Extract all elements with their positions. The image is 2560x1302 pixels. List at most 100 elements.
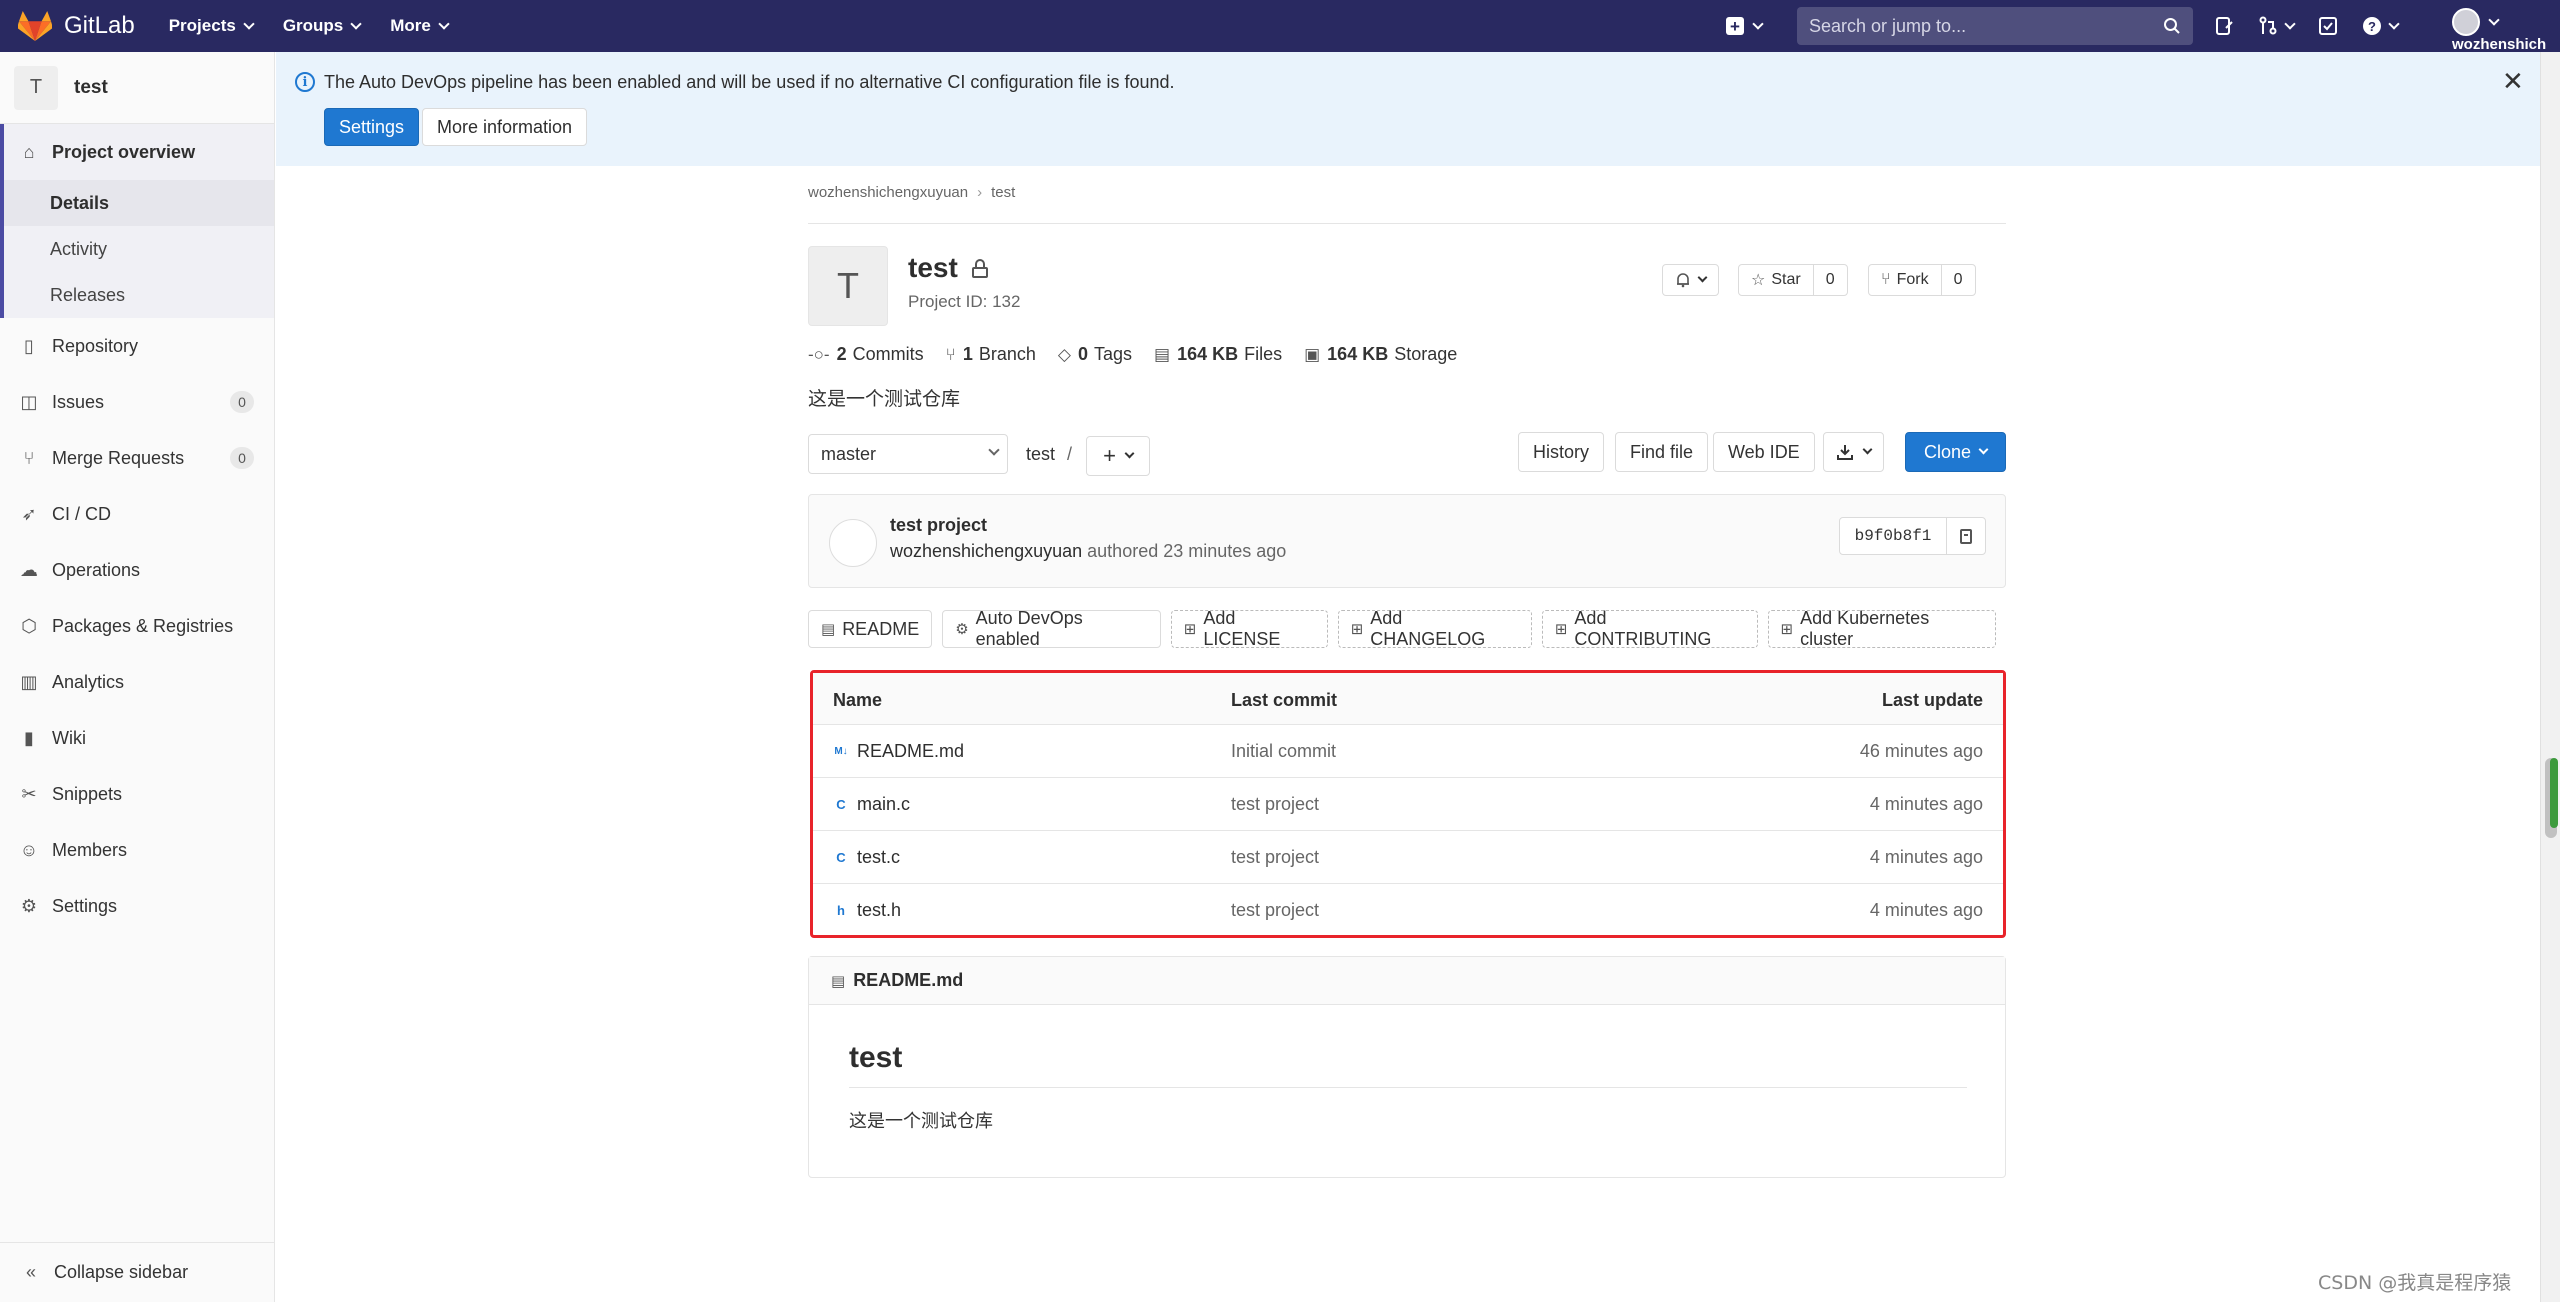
web-ide-button[interactable]: Web IDE: [1713, 432, 1815, 472]
table-row[interactable]: Cmain.c test project 4 minutes ago: [813, 778, 2003, 831]
banner-more-info-button[interactable]: More information: [422, 108, 588, 146]
commit-author-link[interactable]: wozhenshichengxuyuan: [890, 541, 1082, 561]
sidebar-item-settings[interactable]: ⚙ Settings: [0, 878, 274, 934]
banner-settings-button[interactable]: Settings: [324, 108, 420, 146]
add-changelog-button[interactable]: ⊞ Add CHANGELOG: [1337, 608, 1532, 649]
sidebar-item-project-overview[interactable]: ⌂ Project overview: [4, 124, 274, 180]
search-input[interactable]: [1809, 15, 2163, 37]
markdown-file-icon: M↓: [834, 746, 848, 757]
file-name-link[interactable]: test.c: [857, 847, 900, 868]
sidebar-item-wiki[interactable]: ▮ Wiki: [0, 710, 274, 766]
double-chevron-left-icon: «: [25, 1262, 36, 1282]
star-count[interactable]: 0: [1812, 265, 1847, 295]
todo-icon: [2216, 17, 2233, 35]
file-commit-link[interactable]: Initial commit: [1231, 741, 1336, 762]
table-row[interactable]: h test.h test project 4 minutes ago: [813, 884, 2003, 937]
copy-icon: [1960, 528, 1972, 544]
clone-dropdown[interactable]: Clone: [1905, 432, 2006, 472]
stat-tags[interactable]: ◇ 0 Tags: [1058, 344, 1132, 365]
merge-request-icon: ⑂: [23, 447, 35, 468]
page-scrollbar[interactable]: [2540, 52, 2560, 1302]
last-commit-panel: test project wozhenshichengxuyuan author…: [808, 494, 2006, 588]
download-dropdown[interactable]: [1823, 432, 1884, 472]
commit-author-avatar[interactable]: [829, 519, 877, 567]
nav-groups-menu[interactable]: Groups: [283, 16, 362, 36]
chevron-down-icon: [2284, 17, 2296, 30]
table-row[interactable]: Ctest.c test project 4 minutes ago: [813, 831, 2003, 884]
file-name-link[interactable]: README.md: [857, 741, 964, 762]
sidebar-item-members[interactable]: ☺ Members: [0, 822, 274, 878]
divider: [808, 223, 2006, 224]
copy-sha-button[interactable]: [1946, 517, 1986, 555]
help-dropdown[interactable]: ?: [2362, 16, 2400, 36]
readme-button[interactable]: ▤ README: [808, 610, 933, 648]
sidebar-item-packages[interactable]: ⬡ Packages & Registries: [0, 598, 274, 654]
table-row[interactable]: M↓ README.md Initial commit 46 minutes ag…: [813, 725, 2003, 778]
stat-commits[interactable]: -○- 2 Commits: [808, 344, 924, 365]
stat-files[interactable]: ▤ 164 KB Files: [1154, 344, 1282, 365]
svg-text:?: ?: [2368, 19, 2376, 34]
file-commit-link[interactable]: test project: [1231, 900, 1319, 921]
c-file-icon: C: [836, 797, 846, 812]
sidebar-item-issues[interactable]: ◫ Issues 0: [0, 374, 274, 430]
sidebar-item-analytics[interactable]: ▥ Analytics: [0, 654, 274, 710]
file-commit-link[interactable]: test project: [1231, 794, 1319, 815]
nav-more-menu[interactable]: More: [390, 16, 450, 36]
sidebar-item-repository[interactable]: ▯ Repository: [0, 318, 274, 374]
add-to-tree-dropdown[interactable]: +: [1086, 436, 1150, 476]
sidebar-item-activity[interactable]: Activity: [4, 226, 274, 272]
commit-icon: -○-: [808, 344, 830, 364]
star-button[interactable]: ☆ Star 0: [1738, 264, 1848, 296]
stat-branch[interactable]: ⑂ 1 Branch: [946, 344, 1036, 365]
sidebar-item-operations[interactable]: ☁ Operations: [0, 542, 274, 598]
branch-icon: ⑂: [945, 344, 956, 364]
brand-name: GitLab: [64, 12, 135, 39]
todos-nav-link[interactable]: [2318, 16, 2338, 36]
file-name-link[interactable]: test.h: [857, 900, 901, 921]
collapse-sidebar-button[interactable]: « Collapse sidebar: [0, 1242, 275, 1302]
add-kubernetes-button[interactable]: ⊞ Add Kubernetes cluster: [1767, 608, 1997, 649]
gear-icon: ⚙: [955, 621, 969, 638]
fork-button[interactable]: ⑂ Fork 0: [1868, 264, 1976, 296]
branch-select[interactable]: master: [808, 434, 1008, 474]
commit-title-link[interactable]: test project: [890, 515, 987, 536]
sidebar-project-name: test: [74, 76, 108, 98]
sidebar-item-snippets[interactable]: ✂ Snippets: [0, 766, 274, 822]
sidebar-item-details[interactable]: Details: [4, 180, 274, 226]
add-contributing-button[interactable]: ⊞ Add CONTRIBUTING: [1541, 608, 1758, 649]
find-file-button[interactable]: Find file: [1615, 432, 1709, 472]
sidebar-item-releases[interactable]: Releases: [4, 272, 274, 318]
auto-devops-button[interactable]: ⚙ Auto DevOps enabled: [942, 608, 1161, 649]
project-description: 这是一个测试仓库: [808, 388, 961, 410]
close-icon[interactable]: ✕: [2502, 66, 2524, 97]
notification-dropdown[interactable]: [1662, 264, 1719, 296]
project-avatar-large: T: [808, 246, 888, 326]
search-box[interactable]: [1797, 7, 2193, 45]
fork-count[interactable]: 0: [1940, 265, 1975, 295]
readme-file-link[interactable]: README.md: [853, 970, 963, 991]
file-commit-link[interactable]: test project: [1231, 847, 1319, 868]
nav-projects-menu[interactable]: Projects: [169, 16, 255, 36]
add-license-button[interactable]: ⊞ Add LICENSE: [1170, 608, 1328, 649]
plus-square-icon: +: [1726, 17, 1744, 35]
sidebar-project-header[interactable]: T test: [0, 52, 274, 124]
breadcrumb-project[interactable]: test: [991, 184, 1015, 201]
sidebar-item-merge-requests[interactable]: ⑂ Merge Requests 0: [0, 430, 274, 486]
user-menu[interactable]: wozhenshich: [2452, 8, 2560, 53]
gitlab-home-link[interactable]: GitLab: [18, 0, 135, 52]
breadcrumb-namespace[interactable]: wozhenshichengxuyuan: [808, 184, 968, 201]
sidebar-item-ci-cd[interactable]: ➶ CI / CD: [0, 486, 274, 542]
path-root-link[interactable]: test: [1026, 444, 1055, 464]
issues-nav-link[interactable]: [2214, 16, 2234, 36]
rocket-icon: ➶: [21, 503, 37, 524]
search-icon: [2164, 18, 2180, 34]
chevron-down-icon: [1978, 444, 1989, 455]
merge-requests-nav-link[interactable]: [2258, 16, 2296, 36]
file-name-link[interactable]: main.c: [857, 794, 910, 815]
stat-storage[interactable]: ▣ 164 KB Storage: [1304, 344, 1457, 365]
repository-icon: ▯: [24, 335, 34, 356]
table-header: Name Last commit Last update: [813, 673, 2003, 725]
new-item-dropdown[interactable]: +: [1726, 17, 1764, 35]
commit-sha[interactable]: b9f0b8f1: [1839, 517, 1947, 555]
history-button[interactable]: History: [1518, 432, 1605, 472]
